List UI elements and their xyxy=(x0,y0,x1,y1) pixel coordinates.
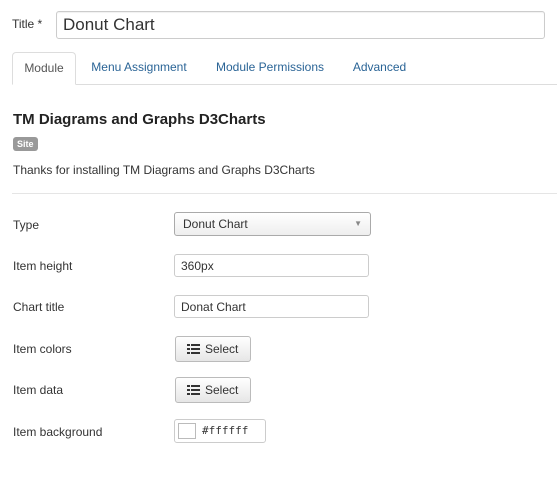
item-colors-button-label: Select xyxy=(205,342,239,356)
module-heading: TM Diagrams and Graphs D3Charts xyxy=(13,111,266,128)
site-badge: Site xyxy=(13,137,38,151)
item-background-value: #ffffff xyxy=(202,424,249,437)
tab-menu-assignment[interactable]: Menu Assignment xyxy=(82,52,196,83)
tab-advanced[interactable]: Advanced xyxy=(346,52,413,83)
tab-module-permissions[interactable]: Module Permissions xyxy=(206,52,334,83)
chart-title-label: Chart title xyxy=(13,300,65,314)
tab-bar: Module Menu Assignment Module Permission… xyxy=(12,52,557,85)
type-label: Type xyxy=(13,218,40,232)
item-colors-label: Item colors xyxy=(13,342,72,356)
title-row: Title * Donut Chart xyxy=(12,10,545,42)
module-description: Thanks for installing TM Diagrams and Gr… xyxy=(13,163,315,177)
item-background-color-input[interactable]: #ffffff xyxy=(174,419,266,443)
title-input[interactable]: Donut Chart xyxy=(56,11,545,39)
item-height-label: Item height xyxy=(13,259,73,273)
item-data-button-label: Select xyxy=(205,383,239,397)
title-label: Title * xyxy=(12,17,43,31)
list-icon xyxy=(187,344,200,354)
divider xyxy=(12,193,557,194)
item-background-label: Item background xyxy=(13,425,103,439)
item-colors-select-button[interactable]: Select xyxy=(175,336,251,362)
item-height-input[interactable]: 360px xyxy=(174,254,369,277)
caret-down-icon: ▼ xyxy=(354,219,362,228)
type-select[interactable]: Donut Chart ▼ xyxy=(174,212,371,236)
tab-module[interactable]: Module xyxy=(12,52,76,85)
chart-title-input[interactable]: Donat Chart xyxy=(174,295,369,318)
color-swatch[interactable] xyxy=(178,423,196,439)
list-icon xyxy=(187,385,200,395)
item-data-select-button[interactable]: Select xyxy=(175,377,251,403)
type-select-value: Donut Chart xyxy=(183,217,248,231)
item-data-label: Item data xyxy=(13,383,64,397)
